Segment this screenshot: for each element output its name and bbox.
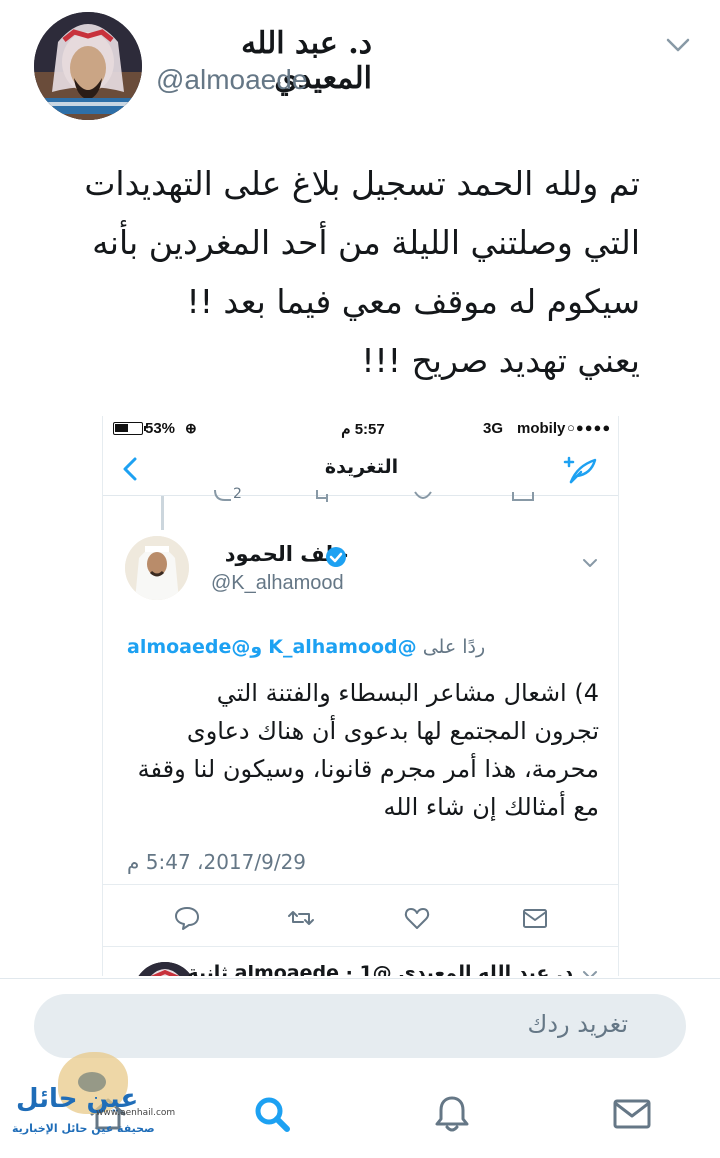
reply-mention-2[interactable]: @almoaede (127, 636, 250, 658)
search-icon[interactable] (250, 1092, 294, 1136)
battery-percent: 53% (145, 420, 176, 437)
status-bar: 53% ⊕ 5:57 م 3G mobily ○●●●● (103, 416, 618, 442)
battery-icon (113, 422, 143, 435)
chevron-down-icon[interactable] (579, 966, 601, 976)
outer-tweet-text: تم ولله الحمد تسجيل بلاغ على التهديدات ا… (36, 154, 640, 390)
reply-placeholder: تغريد ردك (527, 1010, 628, 1038)
tweet-text-line: تجرون المجتمع لها بدعوى أن هناك دعاوى (186, 717, 599, 745)
watermark-subtitle: صحيفة عين حائل الإخبارية (12, 1122, 155, 1135)
reply-icon[interactable] (173, 904, 201, 932)
divider (103, 946, 618, 947)
tweet-text-line: تم ولله الحمد تسجيل بلاغ على التهديدات (84, 164, 640, 203)
heart-icon[interactable] (403, 904, 431, 932)
reply-count: 2 (233, 486, 242, 502)
reply-input[interactable]: تغريد ردك (34, 994, 686, 1058)
watermark-logo: عين حائل www.aenhail.com صحيفة عين حائل … (8, 1050, 175, 1150)
reply-joiner: و (250, 636, 263, 658)
divider (0, 978, 720, 979)
reply-mention-1[interactable]: @K_alhamood (268, 636, 416, 658)
nav-title: التغريدة (324, 456, 399, 478)
next-tweet[interactable]: د. عبد الله المعيدي @almoaede · 1 ثانية (103, 956, 618, 976)
tweet-text-line: مع أمثالك إن شاء الله (383, 793, 599, 821)
watermark-url: www.aenhail.com (96, 1108, 176, 1118)
chevron-down-icon[interactable] (579, 554, 601, 572)
tweet-text-line: سيكوم له موقف معي فيما بعد !! (186, 282, 640, 321)
bell-icon[interactable] (430, 1092, 474, 1136)
replying-to-label: ردًا على (422, 636, 486, 658)
avatar-image (34, 12, 142, 120)
inner-avatar[interactable] (125, 536, 189, 600)
previous-tweet-actions: 2 (103, 486, 618, 510)
status-time: 5:57 م (341, 421, 385, 438)
avatar-image (125, 536, 189, 600)
rotation-lock-icon: ⊕ (185, 420, 197, 436)
nav-bar: التغريدة (103, 444, 618, 496)
chevron-down-icon[interactable] (660, 30, 696, 60)
verified-badge-icon (325, 546, 347, 568)
envelope-icon[interactable] (521, 904, 549, 932)
divider (103, 884, 618, 885)
tweet-timestamp[interactable]: 2017/9/29، 5:47 م (127, 850, 367, 874)
prev-action-icons (214, 489, 534, 502)
inner-tweet-text: 4) اشعال مشاعر البسطاء والفتنة التي تجرو… (125, 674, 599, 826)
network-type: 3G (483, 420, 504, 437)
compose-feather-icon[interactable] (563, 454, 599, 486)
chevron-left-icon[interactable] (117, 454, 143, 484)
outer-author-handle[interactable]: @almoaede (156, 64, 307, 96)
tweet-text-line: محرمة، هذا أمر مجرم قانونا، وسيكون لنا و… (137, 755, 599, 783)
embedded-screenshot: 53% ⊕ 5:57 م 3G mobily ○●●●● التغريدة 2 (102, 416, 619, 976)
tweet-text-line: التي وصلتني الليلة من أحد المغردين بأنه (92, 223, 640, 262)
replying-to: ردًا على @K_alhamood و@almoaede (127, 636, 601, 658)
carrier-name: mobily (517, 420, 566, 437)
next-tweet-header: د. عبد الله المعيدي @almoaede · 1 ثانية (187, 962, 573, 976)
signal-icon: ○●●●● (567, 420, 612, 435)
retweet-icon[interactable] (287, 904, 315, 932)
envelope-icon[interactable] (610, 1092, 654, 1136)
tweet-text-line: يعني تهديد صريح !!! (361, 341, 640, 380)
inner-author-handle[interactable]: @K_alhamood (211, 572, 344, 595)
tweet-text-line: 4) اشعال مشاعر البسطاء والفتنة التي (216, 679, 599, 707)
outer-avatar[interactable] (34, 12, 142, 120)
tweet-actions (103, 896, 618, 940)
